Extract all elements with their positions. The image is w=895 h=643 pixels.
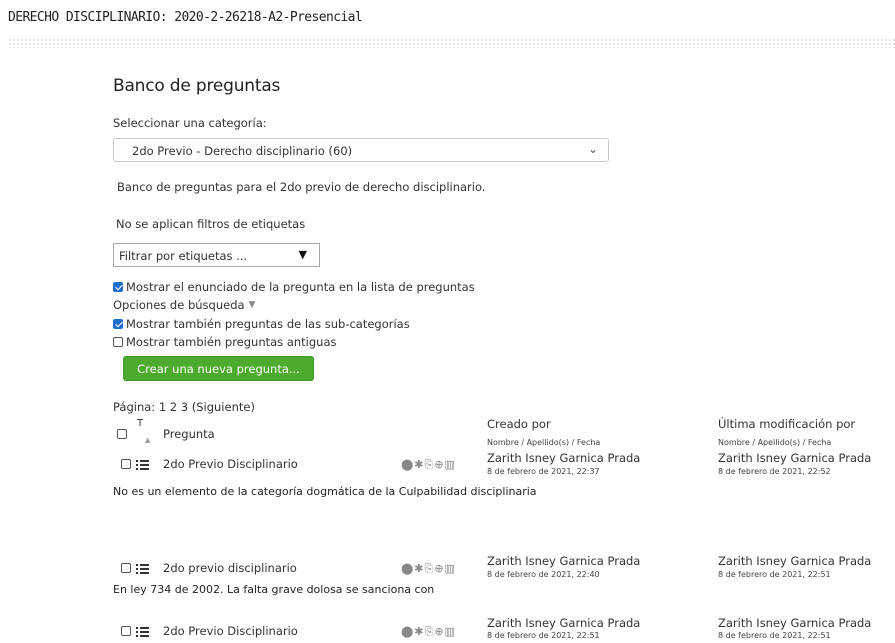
column-created-header: Creado por (487, 417, 551, 431)
search-options-toggle[interactable]: Opciones de búsqueda ▼ (113, 298, 255, 312)
multichoice-icon (136, 564, 149, 574)
sort-by-type[interactable]: T (137, 418, 143, 429)
created-date: 8 de febrero de 2021, 22:40 (487, 570, 600, 579)
multichoice-icon (136, 460, 149, 470)
show-subcategories-checkbox[interactable] (113, 319, 123, 329)
question-actions[interactable]: ⬤✱⎘⊕▥ (401, 625, 456, 639)
category-select[interactable]: 2do Previo - Derecho disciplinario (60) … (113, 138, 609, 162)
dropdown-arrow-icon: ▼ (298, 248, 307, 261)
question-text: No es un elemento de la categoría dogmát… (113, 485, 537, 498)
created-by: Zarith Isney Garnica Prada (487, 451, 641, 465)
option-show-old[interactable]: Mostrar también preguntas antiguas (113, 335, 337, 349)
show-old-checkbox[interactable] (113, 337, 123, 347)
option-show-subcategories[interactable]: Mostrar también preguntas de las sub-cat… (113, 317, 410, 331)
row-checkbox[interactable] (121, 563, 131, 573)
modified-date: 8 de febrero de 2021, 22:52 (718, 467, 831, 476)
question-text: En ley 734 de 2002. La falta grave dolos… (113, 583, 435, 596)
modified-date: 8 de febrero de 2021, 22:51 (718, 570, 831, 579)
column-question-header[interactable]: Pregunta (163, 427, 215, 441)
created-by: Zarith Isney Garnica Prada (487, 616, 641, 630)
course-title: DERECHO DISCIPLINARIO: 2020-2-26218-A2-P… (8, 10, 363, 25)
question-name: 2do Previo Disciplinario (163, 457, 298, 471)
tag-filter-placeholder: Filtrar por etiquetas ... (119, 249, 248, 263)
question-name: 2do Previo Disciplinario (163, 624, 298, 638)
category-info: Banco de preguntas para el 2do previo de… (117, 180, 486, 194)
option-show-question-text[interactable]: Mostrar el enunciado de la pregunta en l… (113, 280, 475, 294)
modified-date: 8 de febrero de 2021, 22:51 (718, 631, 831, 640)
modified-by: Zarith Isney Garnica Prada (718, 451, 872, 465)
sort-asc-icon: ▲ (145, 436, 151, 444)
row-checkbox[interactable] (121, 459, 131, 469)
created-by: Zarith Isney Garnica Prada (487, 554, 641, 568)
create-question-button[interactable]: Crear una nueva pregunta... (123, 356, 314, 381)
caret-down-icon: ▼ (248, 300, 256, 310)
question-actions[interactable]: ⬤✱⎘⊕▥ (401, 562, 456, 576)
header-divider (8, 38, 895, 48)
select-all-checkbox[interactable] (117, 429, 127, 439)
no-tag-filters-text: No se aplican filtros de etiquetas (116, 217, 306, 231)
question-name: 2do previo disciplinario (163, 561, 297, 575)
modified-by: Zarith Isney Garnica Prada (718, 616, 872, 630)
question-actions[interactable]: ⬤✱⎘⊕▥ (401, 458, 456, 472)
created-date: 8 de febrero de 2021, 22:51 (487, 631, 600, 640)
created-date: 8 de febrero de 2021, 22:37 (487, 467, 600, 476)
category-select-value: 2do Previo - Derecho disciplinario (60) (132, 144, 353, 158)
option-label: Mostrar también preguntas de las sub-cat… (126, 317, 410, 331)
column-created-sort[interactable]: Nombre / Apellido(s) / Fecha (487, 438, 600, 447)
modified-by: Zarith Isney Garnica Prada (718, 554, 872, 568)
page-title: Banco de preguntas (113, 76, 281, 96)
tag-filter-input[interactable]: Filtrar por etiquetas ... ▼ (113, 243, 320, 267)
option-label: Mostrar también preguntas antiguas (126, 335, 337, 349)
column-modified-header: Última modificación por (718, 417, 856, 431)
chevron-down-icon: ⌄ (587, 142, 598, 156)
show-question-text-checkbox[interactable] (113, 282, 123, 292)
option-label: Mostrar el enunciado de la pregunta en l… (126, 280, 475, 294)
search-options-label: Opciones de búsqueda (113, 298, 245, 312)
multichoice-icon (136, 627, 149, 637)
row-checkbox[interactable] (121, 626, 131, 636)
pagination[interactable]: Página: 1 2 3 (Siguiente) (113, 400, 255, 414)
category-label: Seleccionar una categoría: (113, 116, 267, 130)
column-modified-sort[interactable]: Nombre / Apellido(s) / Fecha (718, 438, 831, 447)
